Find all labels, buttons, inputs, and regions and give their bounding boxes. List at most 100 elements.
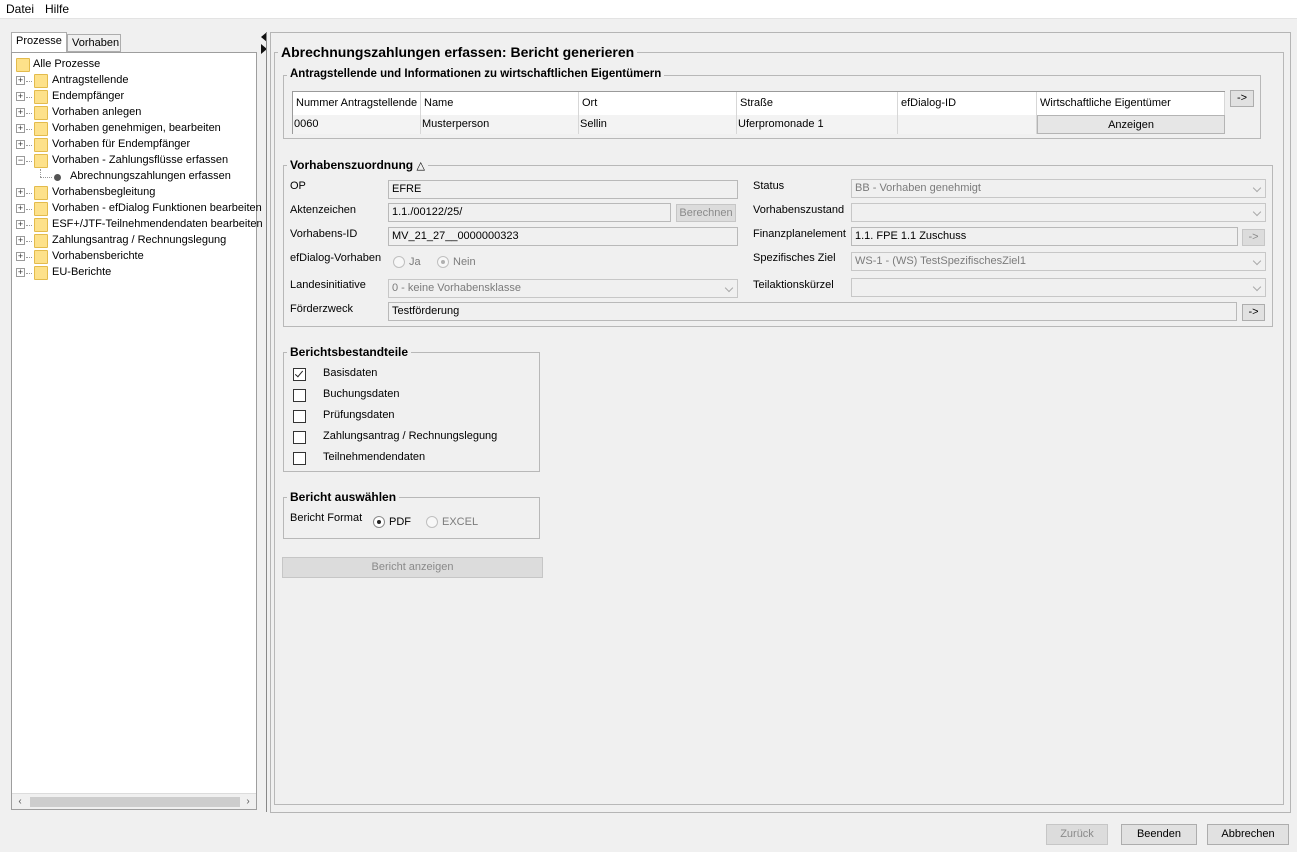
column-header[interactable]: Name [421, 92, 579, 115]
file-number-field: 1.1./00122/25/ [388, 203, 671, 222]
expand-icon[interactable]: + [16, 252, 25, 261]
efdialog-yes-label: Ja [409, 256, 421, 268]
expand-icon[interactable]: + [16, 220, 25, 229]
tree-root[interactable]: Alle Prozesse [14, 57, 254, 73]
excel-radio[interactable] [426, 516, 438, 528]
tree-item-vorhabensbegleitung[interactable]: + Vorhabensbegleitung [14, 185, 254, 201]
tree-item-vorhaben-genehmigen[interactable]: + Vorhaben genehmigen, bearbeiten [14, 121, 254, 137]
teilnehmendendaten-checkbox[interactable] [293, 452, 306, 465]
tree-item-label: Vorhabensbegleitung [52, 186, 156, 198]
teilnehmendendaten-label: Teilnehmendendaten [323, 451, 426, 463]
show-owners-button[interactable]: Anzeigen [1037, 115, 1225, 134]
purpose-nav-button[interactable]: -> [1242, 304, 1265, 321]
column-header[interactable]: Ort [579, 92, 737, 115]
table-cell[interactable]: Uferpromonade 1 [737, 115, 898, 134]
action-select[interactable] [851, 278, 1266, 297]
collapse-triangle-icon[interactable]: △ [416, 160, 424, 172]
table-cell[interactable]: Musterperson [421, 115, 579, 134]
finance-nav-button[interactable]: -> [1242, 229, 1265, 246]
tree-item-label: Endempfänger [52, 90, 125, 102]
tab-processes-label: Prozesse [16, 35, 62, 47]
status-label: Status [753, 180, 785, 192]
process-tree: Alle Prozesse + Antragstellende + Endemp… [11, 52, 263, 810]
project-id-field: MV_21_27__0000000323 [388, 227, 738, 246]
file-number-label: Aktenzeichen [290, 204, 357, 216]
status-select[interactable]: BB - Vorhaben genehmigt [851, 179, 1266, 198]
table-cell[interactable]: 0060 [293, 115, 421, 134]
column-header[interactable]: Straße [737, 92, 898, 115]
expand-icon[interactable]: + [16, 76, 25, 85]
calculate-button[interactable]: Berechnen [676, 204, 736, 222]
purpose-label: Förderzweck [290, 303, 353, 315]
tree-item-vorhaben-endempfaenger[interactable]: + Vorhaben für Endempfänger [14, 137, 254, 153]
tree-item-efdialog[interactable]: + Vorhaben - efDialog Funktionen bearbei… [14, 201, 262, 217]
applicants-group-title: Antragstellende und Informationen zu wir… [287, 68, 665, 80]
scroll-right-icon[interactable]: › [241, 795, 255, 809]
expand-icon[interactable]: + [16, 124, 25, 133]
tree-item-endempfaenger[interactable]: + Endempfänger [14, 89, 254, 105]
excel-label: EXCEL [442, 516, 479, 528]
expand-icon[interactable]: + [16, 268, 25, 277]
back-button[interactable]: Zurück [1046, 824, 1108, 845]
efdialog-yes-radio[interactable] [393, 256, 405, 268]
applicants-nav-button[interactable]: -> [1230, 90, 1254, 107]
cancel-button[interactable]: Abbrechen [1207, 824, 1289, 845]
folder-icon [34, 90, 48, 104]
expand-icon[interactable]: + [16, 108, 25, 117]
expand-icon[interactable]: + [16, 236, 25, 245]
efdialog-no-radio[interactable] [437, 256, 449, 268]
buchungsdaten-checkbox[interactable] [293, 389, 306, 402]
basisdaten-label: Basisdaten [323, 367, 378, 379]
chevron-down-icon [1252, 183, 1262, 193]
tree-root-label: Alle Prozesse [33, 58, 101, 70]
table-cell[interactable] [898, 115, 1037, 134]
scroll-thumb[interactable] [30, 797, 240, 807]
column-header[interactable]: efDialog-ID [898, 92, 1037, 115]
zahlungsantrag-checkbox[interactable] [293, 431, 306, 444]
tree-item-abrechnungszahlungen[interactable]: Abrechnungszahlungen erfassen [14, 169, 254, 185]
action-label: Teilaktionskürzel [753, 279, 834, 291]
pruefungsdaten-checkbox[interactable] [293, 410, 306, 423]
tree-item-vorhaben-anlegen[interactable]: + Vorhaben anlegen [14, 105, 254, 121]
tree-item-label: Vorhaben - efDialog Funktionen bearbeite… [52, 202, 262, 214]
project-state-select[interactable] [851, 203, 1266, 222]
column-header[interactable]: Nummer Antragstellende [293, 92, 421, 115]
expand-icon[interactable]: + [16, 188, 25, 197]
expand-icon[interactable]: + [16, 204, 25, 213]
expand-icon[interactable]: + [16, 92, 25, 101]
buchungsdaten-label: Buchungsdaten [323, 388, 400, 400]
tab-projects[interactable]: Vorhaben [67, 34, 121, 52]
tree-item-zahlungsfluesse[interactable]: − Vorhaben - Zahlungsflüsse erfassen [14, 153, 254, 169]
chevron-down-icon [724, 283, 734, 293]
finish-button[interactable]: Beenden [1121, 824, 1197, 845]
tree-item-antragstellende[interactable]: + Antragstellende [14, 73, 254, 89]
folder-icon [16, 58, 30, 72]
tree-item-teilnehmendendaten[interactable]: + ESF+/JTF-Teilnehmendendaten bearbeiten [14, 217, 263, 233]
folder-icon [34, 202, 48, 216]
tree-horizontal-scrollbar[interactable]: ‹ › [12, 793, 256, 809]
objective-select[interactable]: WS-1 - (WS) TestSpezifischesZiel1 [851, 252, 1266, 271]
menu-file[interactable]: Datei [6, 2, 34, 16]
show-report-button[interactable]: Bericht anzeigen [282, 557, 543, 578]
expand-icon[interactable]: + [16, 140, 25, 149]
folder-icon [34, 266, 48, 280]
tab-processes[interactable]: Prozesse [11, 32, 67, 52]
tree-item-vorhabensberichte[interactable]: + Vorhabensberichte [14, 249, 254, 265]
collapse-icon[interactable]: − [16, 156, 25, 165]
table-cell[interactable]: Sellin [579, 115, 737, 134]
tree-item-eu-berichte[interactable]: + EU-Berichte [14, 265, 254, 281]
finance-field: 1.1. FPE 1.1 Zuschuss [851, 227, 1238, 246]
folder-icon [34, 106, 48, 120]
scroll-left-icon[interactable]: ‹ [13, 795, 27, 809]
op-field: EFRE [388, 180, 738, 199]
tree-item-label: Vorhaben für Endempfänger [52, 138, 191, 150]
basisdaten-checkbox[interactable] [293, 368, 306, 381]
tree-item-label: EU-Berichte [52, 266, 112, 278]
menu-help[interactable]: Hilfe [45, 2, 69, 16]
state-initiative-select[interactable]: 0 - keine Vorhabensklasse [388, 279, 738, 298]
split-divider[interactable] [266, 32, 267, 812]
column-header[interactable]: Wirtschaftliche Eigentümer [1037, 92, 1225, 115]
zahlungsantrag-label: Zahlungsantrag / Rechnungslegung [323, 430, 498, 442]
pdf-radio[interactable] [373, 516, 385, 528]
tree-item-zahlungsantrag[interactable]: + Zahlungsantrag / Rechnungslegung [14, 233, 254, 249]
